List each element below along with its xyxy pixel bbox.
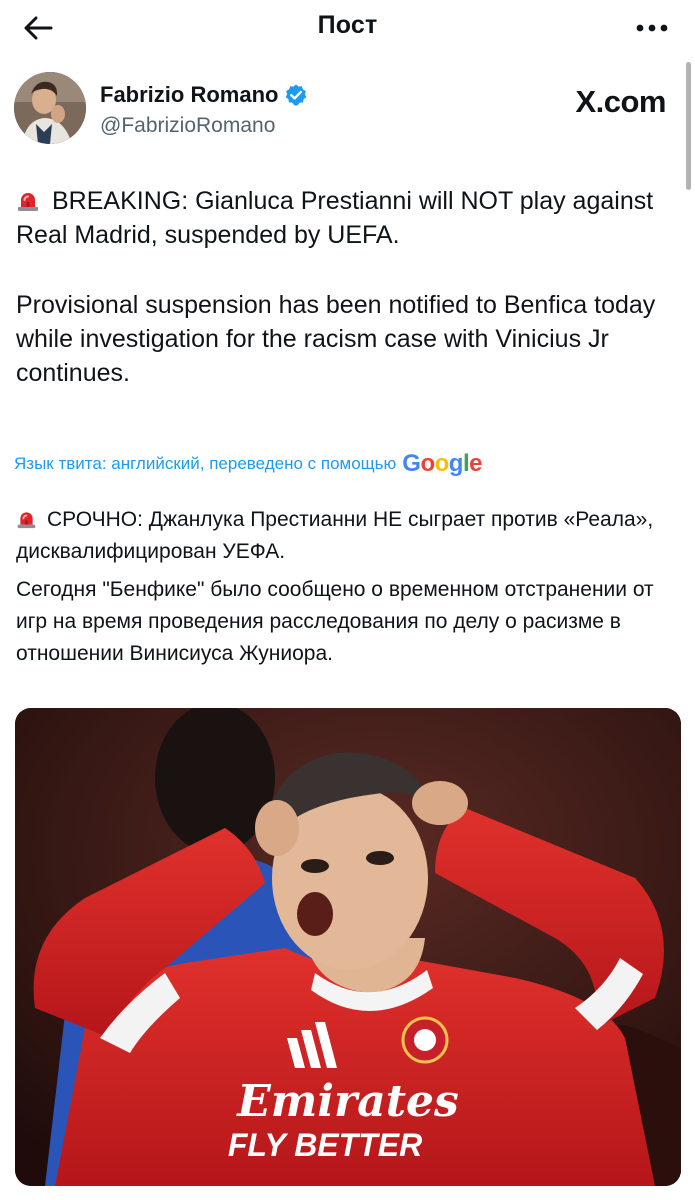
rotating-light-icon bbox=[18, 193, 38, 211]
source-badge: X.com bbox=[575, 84, 666, 119]
scrollbar[interactable] bbox=[686, 62, 691, 190]
verified-badge-icon bbox=[286, 84, 307, 106]
tweet-paragraph-text: BREAKING: Gianluca Prestianni will NOT p… bbox=[16, 187, 654, 249]
more-horizontal-icon bbox=[636, 24, 668, 32]
avatar[interactable] bbox=[14, 72, 86, 144]
author-name[interactable]: Fabrizio Romano bbox=[100, 82, 278, 108]
translated-paragraph: СРОЧНО: Джанлука Престианни НЕ сыграет п… bbox=[16, 504, 676, 568]
translated-paragraph-text: СРОЧНО: Джанлука Престианни НЕ сыграет п… bbox=[16, 508, 654, 563]
tweet-text: BREAKING: Gianluca Prestianni will NOT p… bbox=[16, 184, 676, 390]
translation-label[interactable]: Язык твита: английский, переведено с пом… bbox=[14, 454, 396, 474]
google-logo: Google bbox=[402, 450, 482, 477]
translated-paragraph-text: Сегодня "Бенфике" было сообщено о времен… bbox=[16, 578, 654, 665]
translated-text: СРОЧНО: Джанлука Престианни НЕ сыграет п… bbox=[16, 504, 676, 670]
shirt-sponsor-line1: Emirates bbox=[235, 1076, 459, 1127]
tweet-media-photo[interactable]: Emirates FLY BETTER bbox=[15, 708, 681, 1186]
rotating-light-icon bbox=[17, 512, 36, 529]
player-photo: Emirates FLY BETTER bbox=[15, 708, 681, 1186]
shirt-sponsor-line2: FLY BETTER bbox=[228, 1127, 422, 1163]
tweet-paragraph: BREAKING: Gianluca Prestianni will NOT p… bbox=[16, 184, 676, 252]
tweet-paragraph-text: Provisional suspension has been notified… bbox=[16, 291, 656, 387]
tweet-author: Fabrizio Romano @FabrizioRomano X.com bbox=[14, 72, 674, 148]
author-handle[interactable]: @FabrizioRomano bbox=[100, 114, 275, 138]
top-bar: Пост bbox=[0, 0, 695, 56]
page-title: Пост bbox=[317, 11, 378, 39]
more-options-button[interactable] bbox=[629, 14, 669, 42]
translation-label-row[interactable]: Язык твита: английский, переведено с пом… bbox=[14, 450, 482, 478]
